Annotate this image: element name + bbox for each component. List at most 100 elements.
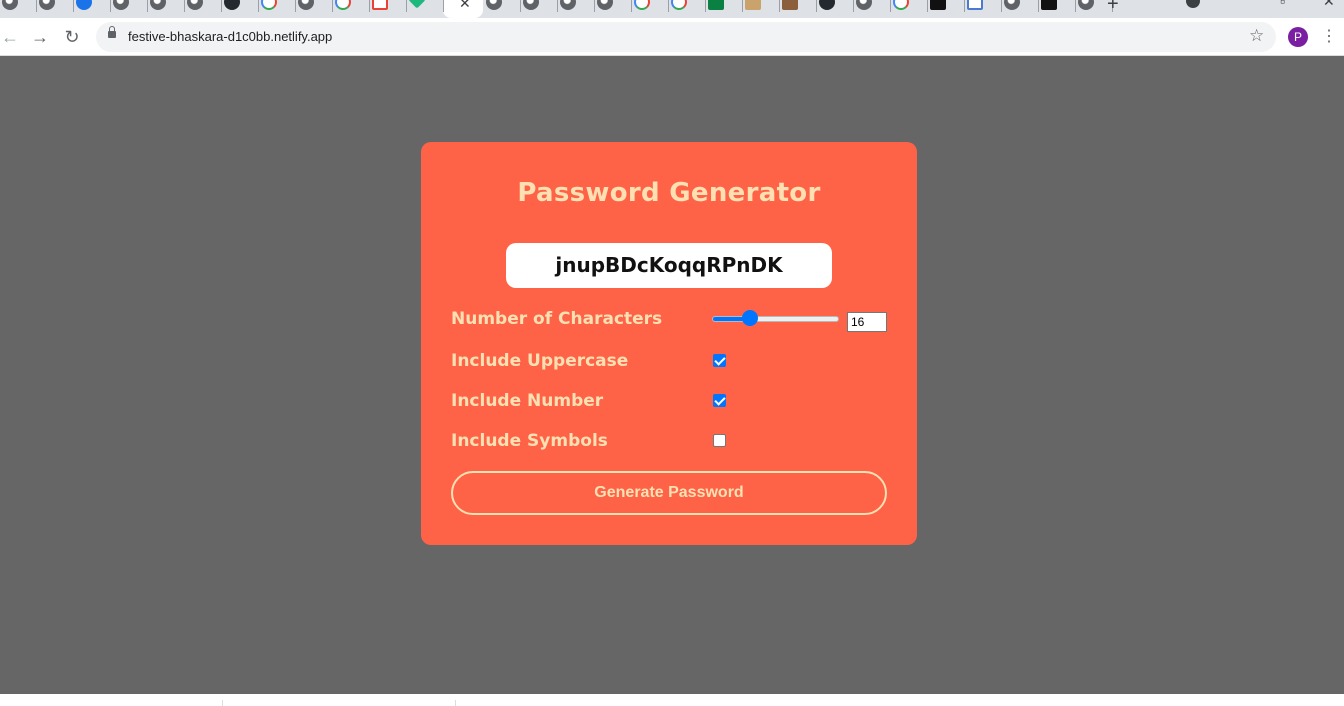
browser-tab[interactable]	[1039, 0, 1076, 18]
globe-icon	[298, 0, 314, 10]
tab-divider	[668, 0, 669, 12]
browser-tab[interactable]	[185, 0, 222, 18]
tab-divider	[964, 0, 965, 12]
browser-menu-icon[interactable]: ⋮	[1321, 26, 1337, 46]
browser-tab[interactable]	[780, 0, 817, 18]
globe-icon	[1004, 0, 1020, 10]
restore-window-icon[interactable]: ▫	[1280, 0, 1285, 8]
browser-tab[interactable]	[928, 0, 965, 18]
globe-icon	[150, 0, 166, 10]
tab-divider	[927, 0, 928, 12]
divider	[455, 700, 456, 706]
back-button[interactable]: ←	[0, 27, 20, 47]
globe-icon	[560, 0, 576, 10]
browser-tab[interactable]	[148, 0, 185, 18]
tab-divider	[184, 0, 185, 12]
google-icon	[335, 0, 351, 10]
forward-button[interactable]: →	[30, 27, 50, 47]
box-icon	[782, 0, 798, 10]
google-icon	[893, 0, 909, 10]
tab-search-icon[interactable]	[1186, 0, 1200, 8]
browser-tab[interactable]	[854, 0, 891, 18]
gem-icon	[408, 0, 426, 9]
flag-icon	[967, 0, 983, 10]
length-label: Number of Characters	[451, 309, 663, 329]
browser-tab[interactable]	[407, 0, 444, 18]
symbols-checkbox[interactable]	[713, 434, 726, 447]
tab-divider	[73, 0, 74, 12]
browser-tab[interactable]	[222, 0, 259, 18]
browser-tab[interactable]	[370, 0, 407, 18]
length-slider-thumb[interactable]	[741, 310, 758, 326]
generate-password-button[interactable]: Generate Password	[451, 471, 887, 515]
tab-divider	[779, 0, 780, 12]
browser-tab[interactable]	[595, 0, 632, 18]
browser-tab[interactable]	[817, 0, 854, 18]
tab-divider	[369, 0, 370, 12]
globe-icon	[486, 0, 502, 10]
address-bar[interactable]: festive-bhaskara-d1c0bb.netlify.app ☆	[96, 22, 1276, 52]
globe-icon	[1078, 0, 1094, 10]
bottom-status-bar	[0, 694, 1344, 706]
tab-divider	[1001, 0, 1002, 12]
browser-tab[interactable]	[74, 0, 111, 18]
length-number-input[interactable]: 16	[847, 312, 887, 332]
browser-tab[interactable]	[111, 0, 148, 18]
tab-divider	[816, 0, 817, 12]
globe-icon	[597, 0, 613, 10]
divider	[222, 700, 223, 706]
tab-divider	[258, 0, 259, 12]
browser-tab[interactable]	[1002, 0, 1039, 18]
browser-tab[interactable]	[706, 0, 743, 18]
globe-icon	[187, 0, 203, 10]
symbols-label: Include Symbols	[451, 431, 608, 451]
page-background: Password Generator jnupBDcKoqqRPnDK Numb…	[0, 56, 1344, 694]
document-icon	[745, 0, 761, 10]
tab-divider	[406, 0, 407, 12]
profile-avatar[interactable]: P	[1288, 27, 1308, 47]
tab-divider	[1038, 0, 1039, 12]
bookmark-star-icon[interactable]: ☆	[1249, 26, 1264, 46]
reload-button[interactable]: ↻	[62, 27, 82, 47]
browser-tab[interactable]	[37, 0, 74, 18]
length-slider-track[interactable]	[712, 316, 839, 322]
browser-tab[interactable]	[558, 0, 595, 18]
gmail-icon	[372, 0, 388, 10]
password-output[interactable]: jnupBDcKoqqRPnDK	[506, 243, 832, 288]
browser-tab[interactable]: ✕	[443, 0, 483, 18]
lock-icon[interactable]	[108, 26, 116, 38]
tab-divider	[631, 0, 632, 12]
globe-icon	[113, 0, 129, 10]
browser-tab[interactable]	[632, 0, 669, 18]
close-window-icon[interactable]: ✕	[1323, 0, 1335, 8]
browser-tab[interactable]	[743, 0, 780, 18]
uppercase-checkbox[interactable]	[713, 354, 726, 367]
tab-divider	[594, 0, 595, 12]
browser-tab[interactable]	[965, 0, 1002, 18]
globe-icon	[39, 0, 55, 10]
browser-tab[interactable]	[669, 0, 706, 18]
browser-tab[interactable]	[484, 0, 521, 18]
tab-divider	[36, 0, 37, 12]
browser-toolbar: ← → ↻ festive-bhaskara-d1c0bb.netlify.ap…	[0, 18, 1344, 56]
browser-tab[interactable]	[296, 0, 333, 18]
dark-app-icon	[1041, 0, 1057, 10]
close-tab-icon[interactable]: ✕	[459, 0, 471, 10]
numbers-checkbox[interactable]	[713, 394, 726, 407]
url-text[interactable]: festive-bhaskara-d1c0bb.netlify.app	[128, 29, 332, 44]
page-title: Password Generator	[517, 178, 821, 208]
globe-icon	[523, 0, 539, 10]
google-icon	[261, 0, 277, 10]
uppercase-label: Include Uppercase	[451, 351, 629, 371]
tab-divider	[221, 0, 222, 12]
w-icon	[708, 0, 724, 10]
browser-tab[interactable]	[0, 0, 37, 18]
browser-tab[interactable]	[891, 0, 928, 18]
google-icon	[634, 0, 650, 10]
tab-divider	[332, 0, 333, 12]
browser-tab[interactable]	[259, 0, 296, 18]
new-tab-button[interactable]: +	[1107, 0, 1119, 14]
tab-divider	[557, 0, 558, 12]
browser-tab[interactable]	[521, 0, 558, 18]
browser-tab[interactable]	[333, 0, 370, 18]
